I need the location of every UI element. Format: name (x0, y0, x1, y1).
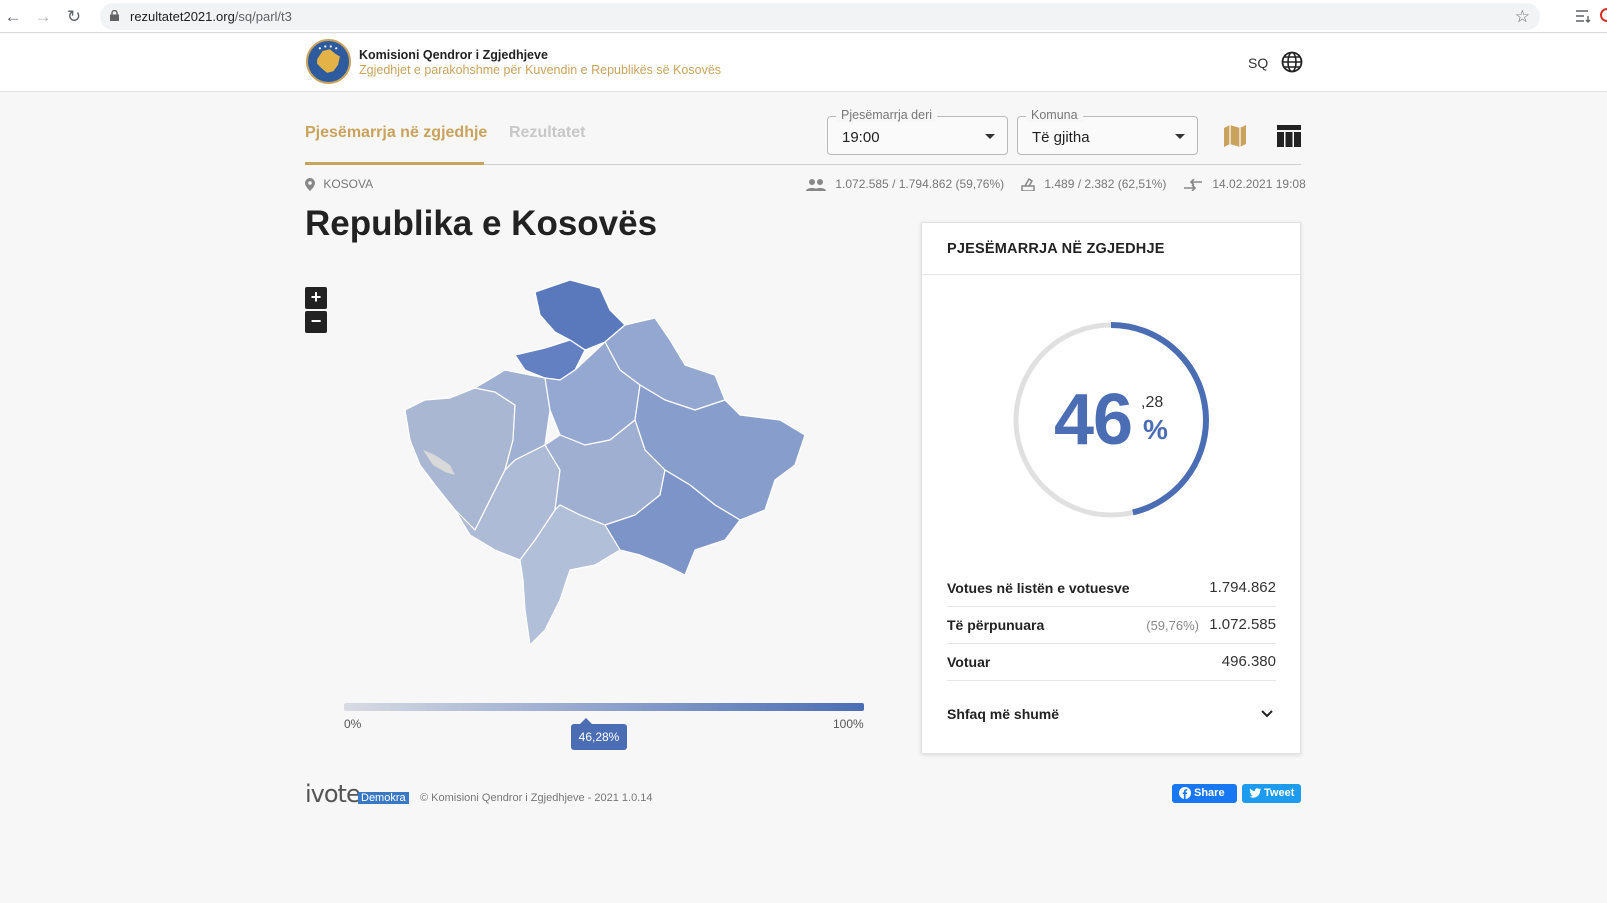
stat-value: 496.380 (1221, 653, 1276, 670)
location-text: KOSOVA (323, 177, 374, 191)
show-more-toggle[interactable]: Shfaq më shumë (947, 706, 1059, 722)
updated-text: 14.02.2021 19:08 (1212, 177, 1306, 191)
table-view-icon[interactable] (1277, 125, 1301, 147)
sync-arrows-icon (1184, 178, 1202, 192)
twitter-bird-icon (1249, 788, 1261, 798)
location-breadcrumb: KOSOVA (305, 177, 374, 192)
page-title: Republika e Kosovës (305, 204, 658, 243)
forward-icon[interactable]: → (32, 6, 54, 28)
voters-text: 1.072.585 / 1.794.862 (59,76%) (835, 177, 1005, 191)
language-code[interactable]: SQ (1248, 55, 1268, 71)
turnout-percent-decimal: ,28 (1141, 394, 1164, 411)
scale-max-label: 100% (833, 717, 864, 731)
turnout-percent-sign: % (1143, 414, 1168, 445)
stat-label: Votuar (947, 654, 991, 670)
stat-label: Votues në listën e votuesve (947, 580, 1130, 596)
facebook-icon (1179, 787, 1191, 799)
location-pin-icon (305, 178, 315, 192)
stat-row-processed: Të përpunuara (59,76%) 1.072.585 (947, 607, 1276, 644)
time-select-value: 19:00 (842, 129, 880, 146)
time-select-label: Pjesëmarrja deri (836, 108, 938, 122)
scale-min-label: 0% (344, 717, 362, 731)
org-subtitle: Zgjedhjet e parakohshme për Kuvendin e R… (359, 63, 722, 77)
map-view-icon[interactable] (1222, 123, 1248, 149)
municipality-select[interactable]: Komuna Të gjitha (1017, 108, 1198, 155)
stat-note: (59,76%) (1146, 618, 1199, 633)
municipality-select-value: Të gjitha (1032, 129, 1090, 146)
ivote-logo[interactable]: ivote (305, 780, 361, 808)
copyright-text: © Komisioni Qendror i Zgjedhjeve - 2021 … (420, 792, 653, 804)
stat-row-voted: Votuar 496.380 (947, 644, 1276, 681)
demokra-badge: Demokra (358, 792, 409, 804)
stations-summary: 1.489 / 2.382 (62,51%) (1021, 177, 1167, 193)
turnout-scale-bar (344, 703, 864, 711)
lock-icon (110, 10, 119, 21)
bookmark-star-icon[interactable]: ☆ (1515, 7, 1530, 27)
caret-down-icon (1175, 134, 1185, 139)
address-bar[interactable]: rezultatet2021.org/sq/parl/t3 ☆ (100, 3, 1540, 30)
reload-icon[interactable]: ↻ (63, 6, 85, 28)
stat-value: 1.072.585 (1209, 616, 1276, 633)
share-label: Share (1194, 787, 1225, 799)
twitter-tweet-button[interactable]: Tweet (1242, 784, 1301, 803)
org-name: Komisioni Qendror i Zgjedhjeve (359, 48, 548, 62)
turnout-card: PJESËMARRJA NË ZGJEDHJE 46 ,28 % Votues … (921, 222, 1301, 754)
scale-marker: 46,28% (571, 718, 627, 750)
card-divider (922, 274, 1300, 275)
zoom-in-button[interactable]: + (305, 287, 327, 309)
stat-row-registered: Votues në listën e votuesve 1.794.862 (947, 570, 1276, 607)
stations-text: 1.489 / 2.382 (62,51%) (1044, 177, 1167, 191)
tab-turnout[interactable]: Pjesëmarrja në zgjedhje (305, 124, 487, 142)
voters-summary: 1.072.585 / 1.794.862 (59,76%) (806, 177, 1004, 191)
kosovo-turnout-map[interactable] (395, 270, 815, 660)
caret-down-icon (985, 134, 995, 139)
ballot-box-icon (1021, 178, 1035, 193)
tweet-label: Tweet (1264, 787, 1295, 799)
url-text: rezultatet2021.org/sq/parl/t3 (130, 9, 292, 24)
people-icon (806, 178, 826, 191)
site-header: Komisioni Qendror i Zgjedhjeve Zgjedhjet… (0, 34, 1607, 92)
browser-toolbar: ← → ↻ rezultatet2021.org/sq/parl/t3 ☆ (0, 0, 1607, 33)
active-tab-indicator (305, 162, 484, 165)
time-select[interactable]: Pjesëmarrja deri 19:00 (827, 108, 1008, 155)
municipality-select-label: Komuna (1026, 108, 1083, 122)
stat-value: 1.794.862 (1209, 579, 1276, 596)
back-icon[interactable]: ← (2, 6, 24, 28)
facebook-share-button[interactable]: Share (1172, 784, 1237, 803)
globe-icon[interactable] (1281, 51, 1303, 73)
card-title: PJESËMARRJA NË ZGJEDHJE (947, 241, 1165, 257)
chevron-down-icon[interactable] (1260, 707, 1274, 721)
tab-results[interactable]: Rezultatet (509, 124, 585, 142)
profile-icon[interactable] (1600, 8, 1607, 22)
kqz-logo[interactable] (306, 39, 351, 84)
updated-summary: 14.02.2021 19:08 (1183, 177, 1306, 192)
reading-list-icon[interactable] (1575, 8, 1593, 24)
zoom-out-button[interactable]: − (305, 311, 327, 333)
turnout-percent-integer: 46 (1054, 380, 1133, 460)
stat-label: Të përpunuara (947, 617, 1045, 633)
